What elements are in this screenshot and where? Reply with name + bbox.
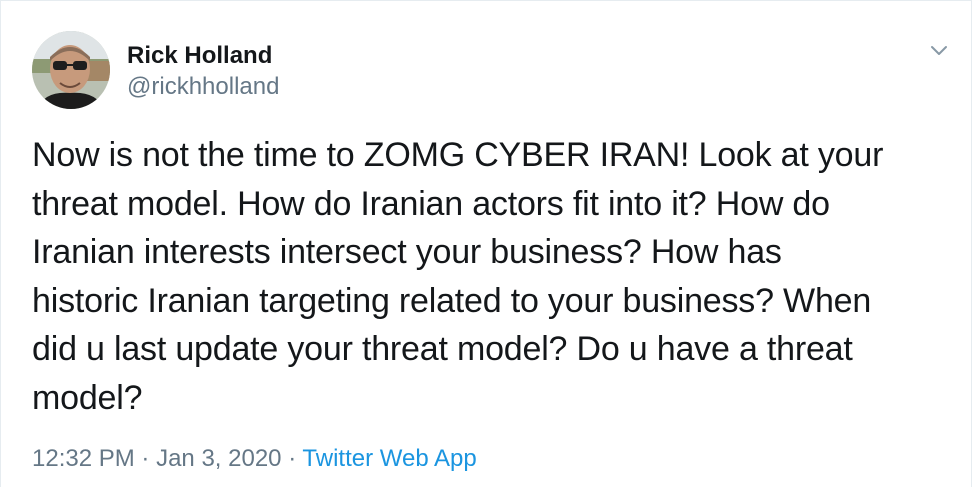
tweet-meta: 12:32 PM · Jan 3, 2020 · Twitter Web App [32, 444, 477, 474]
tweet-line: historic Iranian targeting related to yo… [32, 281, 872, 320]
tweet-line: did u last update your threat model? Do … [32, 330, 853, 368]
source-link[interactable]: Twitter Web App [302, 445, 476, 472]
avatar[interactable] [32, 31, 110, 109]
separator: · [141, 445, 150, 472]
tweet-line: threat model. How do Iranian actors fit … [32, 184, 830, 223]
tweet-time[interactable]: 12:32 PM [32, 445, 135, 472]
tweet-card: Rick Holland @rickhholland Now is not th… [0, 0, 972, 487]
tweet-line: Iranian interests intersect your busines… [32, 233, 782, 271]
tweet-line: model? [32, 378, 143, 417]
separator: · [288, 445, 297, 472]
chevron-down-icon[interactable] [927, 39, 951, 63]
tweet-text: Now is not the time to ZOMG CYBER IRAN! … [32, 131, 952, 422]
tweet-date[interactable]: Jan 3, 2020 [156, 445, 281, 472]
author-handle[interactable]: @rickhholland [127, 73, 279, 101]
profile-photo [32, 31, 110, 109]
tweet-line: Now is not the time to ZOMG CYBER IRAN! … [32, 136, 884, 174]
author-name[interactable]: Rick Holland [127, 42, 272, 70]
